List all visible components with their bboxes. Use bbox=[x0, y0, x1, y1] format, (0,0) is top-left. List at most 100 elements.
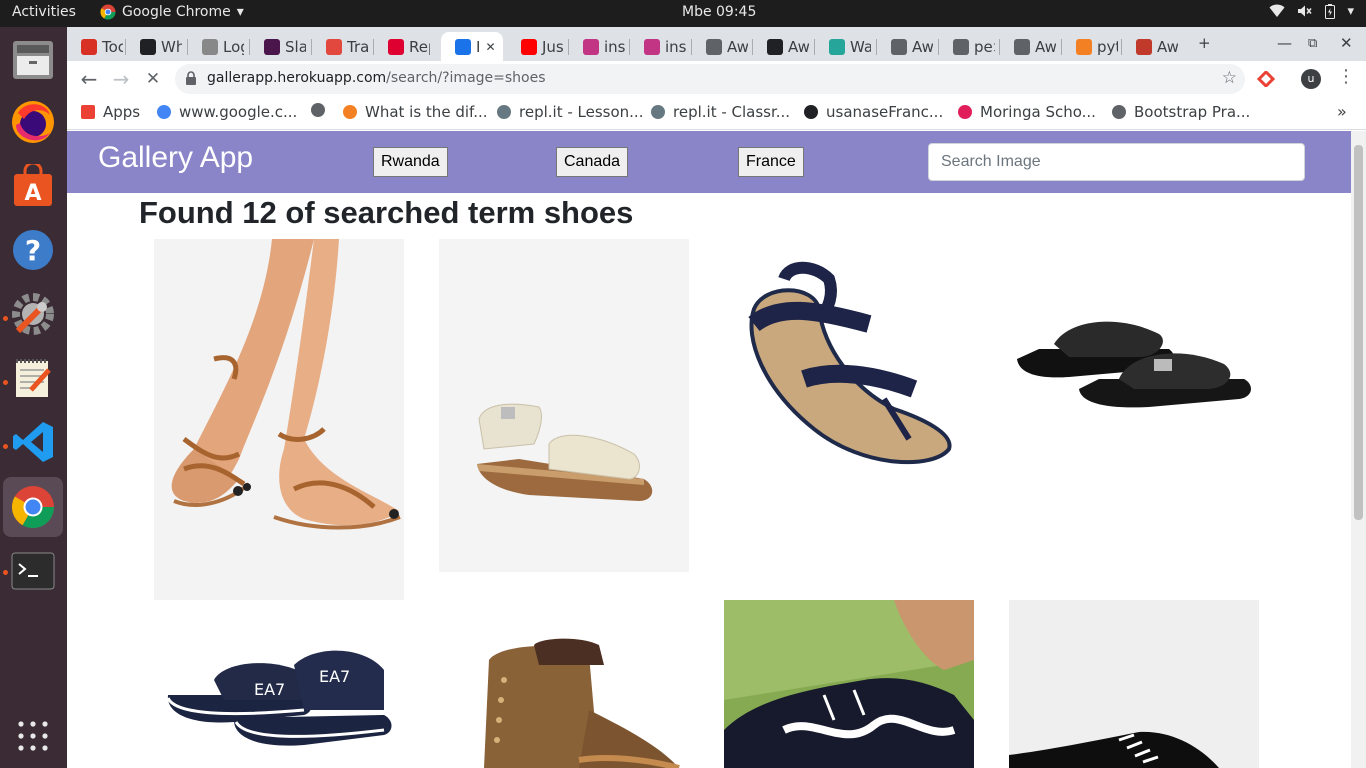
dock-files[interactable] bbox=[9, 36, 57, 84]
bookmark-label: Bootstrap Pra... bbox=[1134, 103, 1251, 121]
browser-tab[interactable]: Log bbox=[188, 32, 244, 61]
bookmark-item[interactable]: What is the dif... bbox=[343, 103, 488, 121]
dock-text-editor[interactable] bbox=[9, 354, 57, 402]
bookmark-label: www.google.c... bbox=[179, 103, 298, 121]
bookmark-item[interactable]: usanaseFranc... bbox=[804, 103, 943, 121]
bookmark-item[interactable]: repl.it - Lesson... bbox=[497, 103, 643, 121]
browser-tab[interactable]: Wh bbox=[126, 32, 182, 61]
stackoverflow-icon bbox=[343, 105, 357, 119]
globe-icon bbox=[891, 38, 907, 55]
activities-button[interactable]: Activities bbox=[12, 4, 76, 20]
search-input[interactable] bbox=[928, 143, 1305, 181]
country-button-canada[interactable]: Canada bbox=[556, 147, 629, 177]
bookmark-label: repl.it - Classr... bbox=[673, 103, 791, 121]
new-tab-button[interactable]: + bbox=[1198, 34, 1211, 52]
bookmark-item[interactable] bbox=[311, 103, 333, 117]
gallery-image[interactable] bbox=[1009, 239, 1259, 489]
back-button[interactable]: ← bbox=[77, 67, 101, 91]
globe-icon bbox=[706, 38, 722, 55]
browser-tab[interactable]: Rep bbox=[374, 32, 430, 61]
dock-help[interactable]: ? bbox=[9, 226, 57, 274]
tab-label: Aw bbox=[1035, 37, 1056, 56]
bookmark-star-icon[interactable]: ☆ bbox=[1222, 68, 1237, 88]
gallery-image[interactable] bbox=[439, 600, 689, 768]
restore-button[interactable]: ⧉ bbox=[1308, 36, 1317, 51]
dock-software[interactable]: A bbox=[9, 162, 57, 210]
extension-icon[interactable] bbox=[1257, 71, 1275, 87]
browser-tab[interactable]: ins bbox=[569, 32, 625, 61]
bookmark-item[interactable]: www.google.c... bbox=[157, 103, 297, 121]
browser-tab[interactable]: pe> bbox=[939, 32, 995, 61]
gallery-image[interactable] bbox=[724, 239, 974, 489]
dock-firefox[interactable] bbox=[9, 98, 57, 146]
dock-settings[interactable] bbox=[9, 290, 57, 338]
browser-tab[interactable]: Jus bbox=[507, 32, 563, 61]
close-window-button[interactable]: ✕ bbox=[1340, 34, 1353, 52]
bookmark-item[interactable]: Moringa Scho... bbox=[958, 103, 1096, 121]
country-button-france[interactable]: France bbox=[738, 147, 804, 177]
github-icon bbox=[767, 38, 783, 55]
browser-tab[interactable]: Wa bbox=[815, 32, 871, 61]
app-navbar: Gallery App Rwanda Canada France bbox=[67, 131, 1351, 193]
bookmark-item[interactable]: Apps bbox=[81, 103, 140, 121]
svg-text:EA7: EA7 bbox=[254, 680, 285, 699]
gallery-image[interactable] bbox=[724, 600, 974, 768]
browser-tab[interactable]: pyt bbox=[1062, 32, 1118, 61]
tab-label: Aw bbox=[1157, 37, 1178, 56]
menu-kebab-icon[interactable]: ⋮ bbox=[1337, 66, 1355, 87]
wifi-icon bbox=[1269, 4, 1285, 17]
browser-tab[interactable]: Aw bbox=[753, 32, 809, 61]
bookmark-item[interactable]: Bootstrap Pra... bbox=[1112, 103, 1250, 121]
brand-link[interactable]: Gallery App bbox=[98, 141, 253, 175]
stop-loading-button[interactable]: ✕ bbox=[141, 67, 165, 91]
dock-chrome[interactable] bbox=[3, 477, 63, 537]
vscode-icon bbox=[13, 422, 53, 462]
address-bar[interactable]: gallerapp.herokuapp.com/search/?image=sh… bbox=[175, 64, 1245, 94]
browser-tab[interactable]: Aw bbox=[1122, 32, 1178, 61]
browser-tab[interactable]: Tra bbox=[312, 32, 368, 61]
browser-tab[interactable]: Aw bbox=[692, 32, 748, 61]
bookmark-item[interactable]: repl.it - Classr... bbox=[651, 103, 790, 121]
minimize-button[interactable]: — bbox=[1277, 34, 1292, 52]
chrome-icon bbox=[11, 486, 55, 529]
page-scrollbar[interactable] bbox=[1351, 131, 1366, 768]
close-tab-icon[interactable]: ✕ bbox=[485, 40, 495, 54]
globe-icon bbox=[1014, 38, 1030, 55]
browser-tab[interactable]: I ✕ bbox=[441, 32, 503, 61]
gallery-image[interactable] bbox=[1009, 600, 1259, 768]
more-bookmarks-icon[interactable]: » bbox=[1337, 102, 1347, 121]
gear-icon bbox=[12, 293, 54, 335]
brown-boot-image bbox=[439, 600, 689, 768]
notepad-icon bbox=[16, 359, 51, 397]
svg-text:?: ? bbox=[25, 234, 41, 267]
browser-tab[interactable]: Aw bbox=[1000, 32, 1056, 61]
help-icon: ? bbox=[13, 230, 53, 270]
system-tray[interactable]: ▾ bbox=[1269, 4, 1354, 19]
sandal-feet-image bbox=[154, 239, 404, 600]
tab-label: Sla bbox=[285, 37, 306, 56]
gallery-image[interactable] bbox=[439, 239, 689, 572]
browser-tab[interactable]: Sla bbox=[250, 32, 306, 61]
replit-icon bbox=[651, 105, 665, 119]
profile-avatar[interactable]: u bbox=[1301, 69, 1321, 89]
dock-show-apps[interactable] bbox=[9, 712, 57, 760]
browser-tab[interactable]: ins bbox=[630, 32, 686, 61]
browser-tab[interactable]: Toc bbox=[67, 32, 123, 61]
svg-text:A: A bbox=[24, 181, 41, 206]
country-button-rwanda[interactable]: Rwanda bbox=[373, 147, 448, 177]
dock: A ? bbox=[0, 27, 67, 768]
clock[interactable]: Mbe 09:45 bbox=[682, 4, 756, 20]
gallery-image[interactable] bbox=[154, 239, 404, 600]
app-menu[interactable]: Google Chrome ▾ bbox=[100, 4, 244, 20]
running-sneaker-image bbox=[724, 600, 974, 768]
forward-button[interactable]: → bbox=[109, 67, 133, 91]
browser-tab[interactable]: Aw bbox=[877, 32, 933, 61]
dock-terminal[interactable] bbox=[9, 547, 57, 595]
firefox-icon bbox=[12, 101, 54, 143]
tab-label: ins bbox=[665, 37, 686, 56]
bookmark-label: usanaseFranc... bbox=[826, 103, 944, 121]
dock-vscode[interactable] bbox=[9, 418, 57, 466]
scrollbar-thumb[interactable] bbox=[1354, 145, 1363, 520]
replit-icon bbox=[497, 105, 511, 119]
gallery-image[interactable]: EA7 EA7 bbox=[154, 600, 404, 768]
